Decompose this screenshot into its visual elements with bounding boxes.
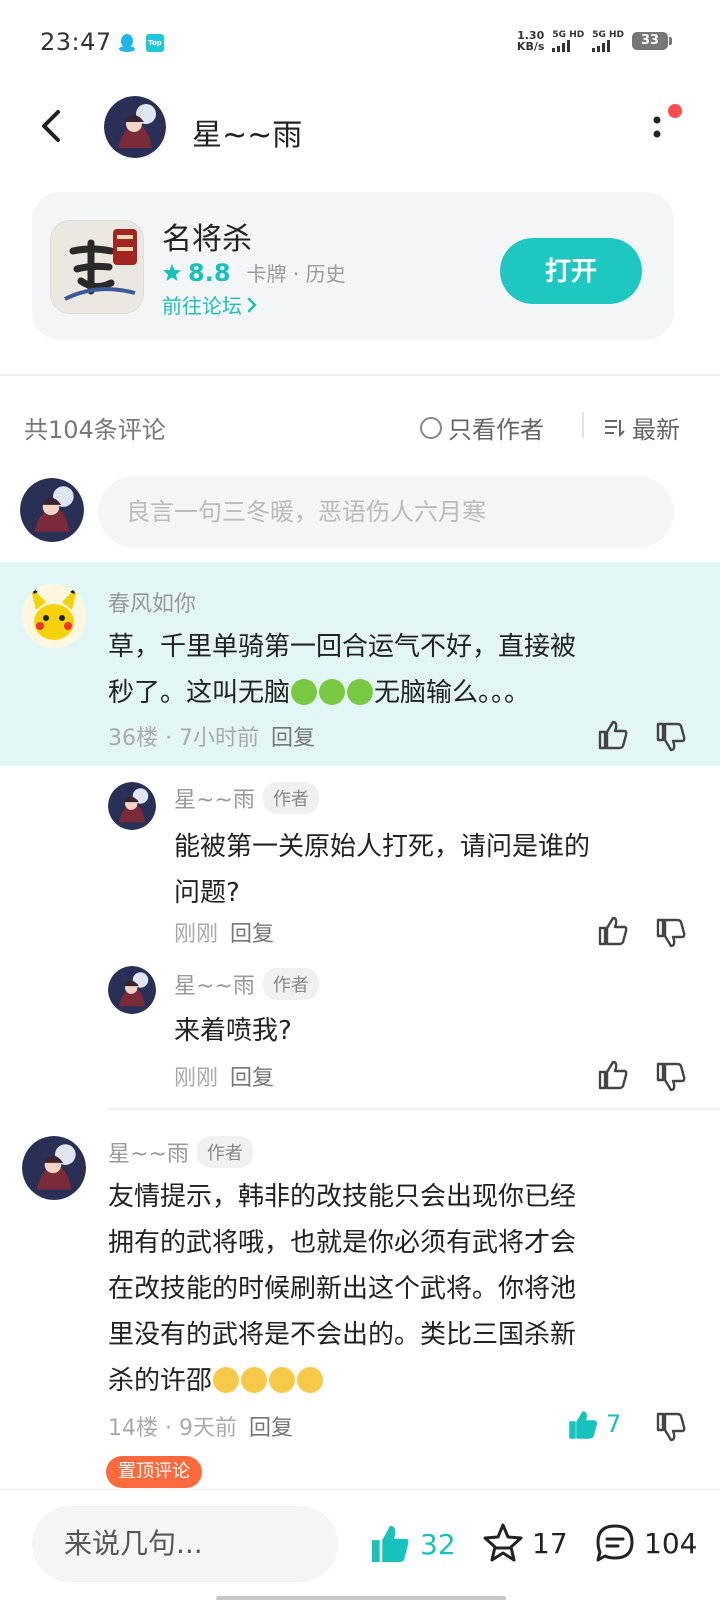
commenter-name[interactable]: 星~~雨 作者 bbox=[108, 1136, 253, 1168]
replier-avatar[interactable] bbox=[108, 966, 156, 1014]
reply-item: 星~~雨 作者 能被第一关原始人打死，请问是谁的 问题? 刚刚 回复 bbox=[0, 766, 720, 956]
favorite-button[interactable]: 17 bbox=[482, 1522, 568, 1564]
bottom-comment-input[interactable]: 来说几句... bbox=[32, 1506, 338, 1582]
net-speed: 1.30 KB/s bbox=[516, 29, 545, 53]
smiling-face-emoji-icon bbox=[241, 1367, 268, 1393]
app-meta: 8.8 卡牌 · 历史 bbox=[162, 258, 346, 287]
thumbs-up-filled-icon bbox=[371, 1525, 409, 1563]
more-options-icon[interactable] bbox=[642, 110, 672, 146]
reply-meta: 刚刚 回复 bbox=[174, 922, 275, 947]
reply-item: 星~~雨 作者 来着喷我? 刚刚 回复 bbox=[0, 956, 720, 1096]
author-avatar[interactable] bbox=[104, 96, 166, 158]
favorite-count: 17 bbox=[532, 1526, 568, 1560]
comment-total-count: 104 bbox=[644, 1526, 698, 1560]
reply-button[interactable]: 回复 bbox=[249, 1416, 293, 1441]
thumbs-down-icon[interactable] bbox=[654, 1060, 688, 1094]
app-tags: 卡牌 · 历史 bbox=[246, 262, 346, 286]
signal-sim1-icon: 5G HD bbox=[552, 30, 584, 52]
status-bar: 23:47 Top 1.30 KB/s 5G HD 5G HD 33 bbox=[0, 0, 720, 90]
section-divider bbox=[0, 374, 720, 376]
comment-text: 友情提示，韩非的改技能只会出现你已经 拥有的武将哦，也就是你必须有武将才会 在改… bbox=[108, 1182, 577, 1396]
sort-icon bbox=[605, 419, 625, 437]
chevron-right-icon bbox=[247, 297, 257, 312]
sort-label: 最新 bbox=[632, 416, 680, 444]
open-app-button[interactable]: 打开 bbox=[500, 238, 642, 304]
comment-text: 草，千里单骑第一回合运气不好，直接被 秒了。这叫无脑 无脑输么。。。 bbox=[108, 632, 577, 708]
forum-link-label: 前往论坛 bbox=[162, 294, 242, 318]
header-username[interactable]: 星~~雨 bbox=[192, 110, 302, 154]
commenter-avatar[interactable] bbox=[22, 584, 86, 648]
star-icon bbox=[163, 263, 181, 281]
thumbs-up-icon[interactable] bbox=[596, 718, 630, 752]
post-like-count: 32 bbox=[420, 1527, 456, 1561]
comment-meta: 14楼 · 9天前 回复 bbox=[108, 1416, 293, 1441]
comment-like-count: 7 bbox=[606, 1410, 622, 1438]
replier-name[interactable]: 星~~雨 作者 bbox=[174, 782, 319, 814]
radio-circle-icon bbox=[420, 416, 442, 439]
comment-meta: 36楼 · 7小时前 回复 bbox=[108, 726, 315, 751]
forum-link[interactable]: 前往论坛 bbox=[162, 290, 258, 319]
comment-bubble-icon bbox=[596, 1524, 634, 1562]
sick-face-emoji-icon bbox=[291, 679, 318, 705]
app-rating: 8.8 bbox=[188, 258, 231, 287]
replier-avatar[interactable] bbox=[108, 782, 156, 830]
status-indicators: 1.30 KB/s 5G HD 5G HD 33 bbox=[516, 29, 672, 53]
smiling-face-emoji-icon bbox=[213, 1367, 240, 1393]
thumbs-down-icon[interactable] bbox=[654, 720, 688, 754]
app-card[interactable]: 名将杀 8.8 卡牌 · 历史 前往论坛 打开 bbox=[32, 192, 674, 340]
smiling-face-emoji-icon bbox=[269, 1367, 296, 1393]
bottom-action-bar: 来说几句... 32 17 104 bbox=[0, 1490, 720, 1600]
author-badge: 作者 bbox=[262, 968, 319, 1000]
smiling-face-emoji-icon bbox=[297, 1367, 324, 1393]
commenter-name[interactable]: 春风如你 bbox=[108, 586, 196, 618]
reply-text: 能被第一关原始人打死，请问是谁的 问题? bbox=[174, 832, 591, 908]
comment-item: 星~~雨 作者 友情提示，韩非的改技能只会出现你已经 拥有的武将哦，也就是你必须… bbox=[0, 1112, 720, 1488]
back-arrow-icon[interactable] bbox=[30, 104, 74, 148]
author-only-toggle[interactable]: 只看作者 bbox=[420, 410, 544, 445]
reply-button[interactable]: 回复 bbox=[271, 726, 315, 751]
thumbs-up-icon[interactable] bbox=[596, 914, 630, 948]
comment-button[interactable]: 104 bbox=[594, 1522, 697, 1564]
commenter-avatar[interactable] bbox=[22, 1136, 86, 1200]
author-only-label: 只看作者 bbox=[448, 416, 544, 444]
toolbar-separator bbox=[582, 412, 584, 438]
app-name[interactable]: 名将杀 bbox=[162, 214, 252, 258]
reply-text: 来着喷我? bbox=[174, 1016, 292, 1046]
sick-face-emoji-icon bbox=[319, 679, 346, 705]
sort-toggle[interactable]: 最新 bbox=[604, 410, 680, 445]
home-indicator[interactable] bbox=[216, 1596, 506, 1600]
post-like-button[interactable]: 32 bbox=[368, 1522, 456, 1566]
top-app-notification-icon: Top bbox=[146, 34, 164, 52]
pinned-badge: 置顶评论 bbox=[106, 1456, 202, 1488]
thumbs-down-icon[interactable] bbox=[654, 916, 688, 950]
thread-divider bbox=[108, 1108, 720, 1110]
signal-sim2-icon: 5G HD bbox=[592, 30, 624, 52]
status-time: 23:47 bbox=[40, 28, 112, 56]
reply-button[interactable]: 回复 bbox=[230, 1066, 274, 1091]
thumbs-down-icon[interactable] bbox=[654, 1410, 688, 1444]
comment-input[interactable] bbox=[98, 476, 674, 548]
author-badge: 作者 bbox=[262, 782, 319, 814]
my-avatar bbox=[20, 478, 84, 542]
qq-notification-icon bbox=[119, 34, 135, 52]
comment-item: 春风如你 草，千里单骑第一回合运气不好，直接被 秒了。这叫无脑 无脑输么。。。 3… bbox=[0, 562, 720, 766]
top-header: 星~~雨 bbox=[0, 90, 720, 170]
battery-icon: 33 bbox=[632, 32, 672, 50]
replier-name[interactable]: 星~~雨 作者 bbox=[174, 968, 319, 1000]
author-badge: 作者 bbox=[196, 1136, 253, 1168]
star-outline-icon bbox=[483, 1523, 523, 1562]
sick-face-emoji-icon bbox=[347, 679, 374, 705]
reply-meta: 刚刚 回复 bbox=[174, 1066, 275, 1091]
notification-dot bbox=[668, 104, 682, 118]
thumbs-up-filled-icon[interactable] bbox=[566, 1408, 600, 1442]
reply-button[interactable]: 回复 bbox=[230, 922, 274, 947]
app-icon[interactable] bbox=[50, 220, 144, 314]
thumbs-up-icon[interactable] bbox=[596, 1058, 630, 1092]
comment-count: 共104条评论 bbox=[24, 416, 166, 444]
